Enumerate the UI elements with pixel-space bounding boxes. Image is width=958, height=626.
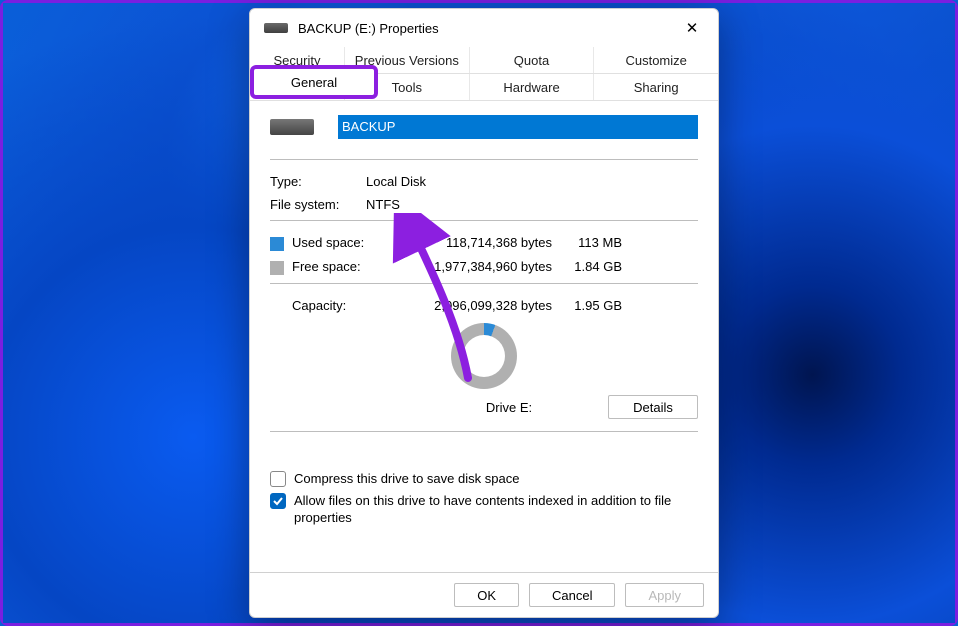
free-space-bytes: 1,977,384,960 bytes [372,259,552,275]
used-space-swatch [270,237,284,251]
separator [270,159,698,160]
tab-quota[interactable]: Quota [470,47,595,73]
compress-label: Compress this drive to save disk space [294,470,519,488]
titlebar: BACKUP (E:) Properties ✕ [250,9,718,47]
apply-button[interactable]: Apply [625,583,704,607]
close-icon: ✕ [686,21,699,36]
tab-general-label: General [291,75,337,90]
tab-customize[interactable]: Customize [594,47,718,73]
type-label: Type: [270,174,366,189]
drive-icon-large [270,119,314,135]
drive-name-input[interactable] [338,115,698,139]
drive-letter-label: Drive E: [270,400,608,415]
cancel-button[interactable]: Cancel [529,583,615,607]
tab-content-general: Type: Local Disk File system: NTFS Used … [250,101,718,572]
free-space-swatch [270,261,284,275]
ok-button[interactable]: OK [454,583,519,607]
tabs-area: Security Previous Versions Quota Customi… [250,47,718,101]
details-button[interactable]: Details [608,395,698,419]
separator [270,283,698,284]
used-space-bytes: 118,714,368 bytes [372,235,552,251]
capacity-human: 1.95 GB [552,298,622,313]
separator [270,431,698,432]
close-button[interactable]: ✕ [676,14,708,42]
used-space-label: Used space: [292,235,372,251]
compress-checkbox[interactable] [270,471,286,487]
dialog-footer: OK Cancel Apply [250,572,718,617]
window-title: BACKUP (E:) Properties [298,21,439,36]
tab-general-highlighted[interactable]: General [250,65,378,99]
filesystem-label: File system: [270,197,366,212]
free-space-label: Free space: [292,259,372,275]
free-space-human: 1.84 GB [552,259,622,275]
capacity-label: Capacity: [292,298,372,313]
tab-sharing[interactable]: Sharing [594,74,718,100]
drive-icon [264,23,288,33]
disk-usage-pie-chart [451,323,517,389]
separator [270,220,698,221]
capacity-bytes: 2,096,099,328 bytes [372,298,552,313]
used-space-human: 113 MB [552,235,622,251]
tab-hardware[interactable]: Hardware [470,74,595,100]
filesystem-value: NTFS [366,197,400,212]
properties-dialog: BACKUP (E:) Properties ✕ Security Previo… [249,8,719,618]
index-label: Allow files on this drive to have conten… [294,492,698,527]
type-value: Local Disk [366,174,426,189]
index-checkbox[interactable] [270,493,286,509]
